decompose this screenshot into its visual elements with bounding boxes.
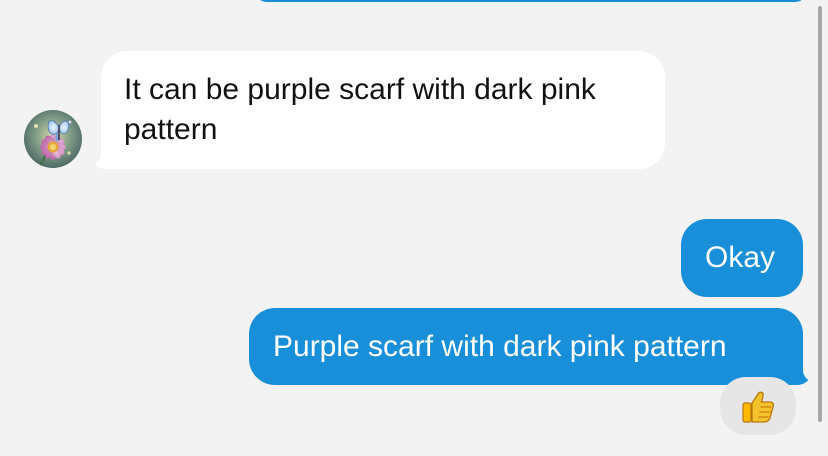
- flower-butterfly-avatar-icon: [24, 110, 82, 168]
- message-reaction[interactable]: [720, 377, 796, 435]
- incoming-message-text: It can be purple scarf with dark pink pa…: [124, 73, 596, 146]
- scrollbar[interactable]: [818, 6, 822, 422]
- chat-thread: It can be purple scarf with dark pink pa…: [0, 0, 828, 456]
- outgoing-message-text: Purple scarf with dark pink pattern: [273, 330, 727, 363]
- outgoing-message-text: Okay: [705, 241, 776, 274]
- outgoing-message-scarf[interactable]: Purple scarf with dark pink pattern: [249, 308, 803, 385]
- sender-avatar[interactable]: [24, 110, 82, 168]
- previous-outgoing-message-bubble[interactable]: [255, 0, 807, 2]
- outgoing-message-okay[interactable]: Okay: [681, 219, 803, 297]
- incoming-message-bubble[interactable]: It can be purple scarf with dark pink pa…: [101, 51, 665, 169]
- thumbs-up-icon: [742, 391, 775, 423]
